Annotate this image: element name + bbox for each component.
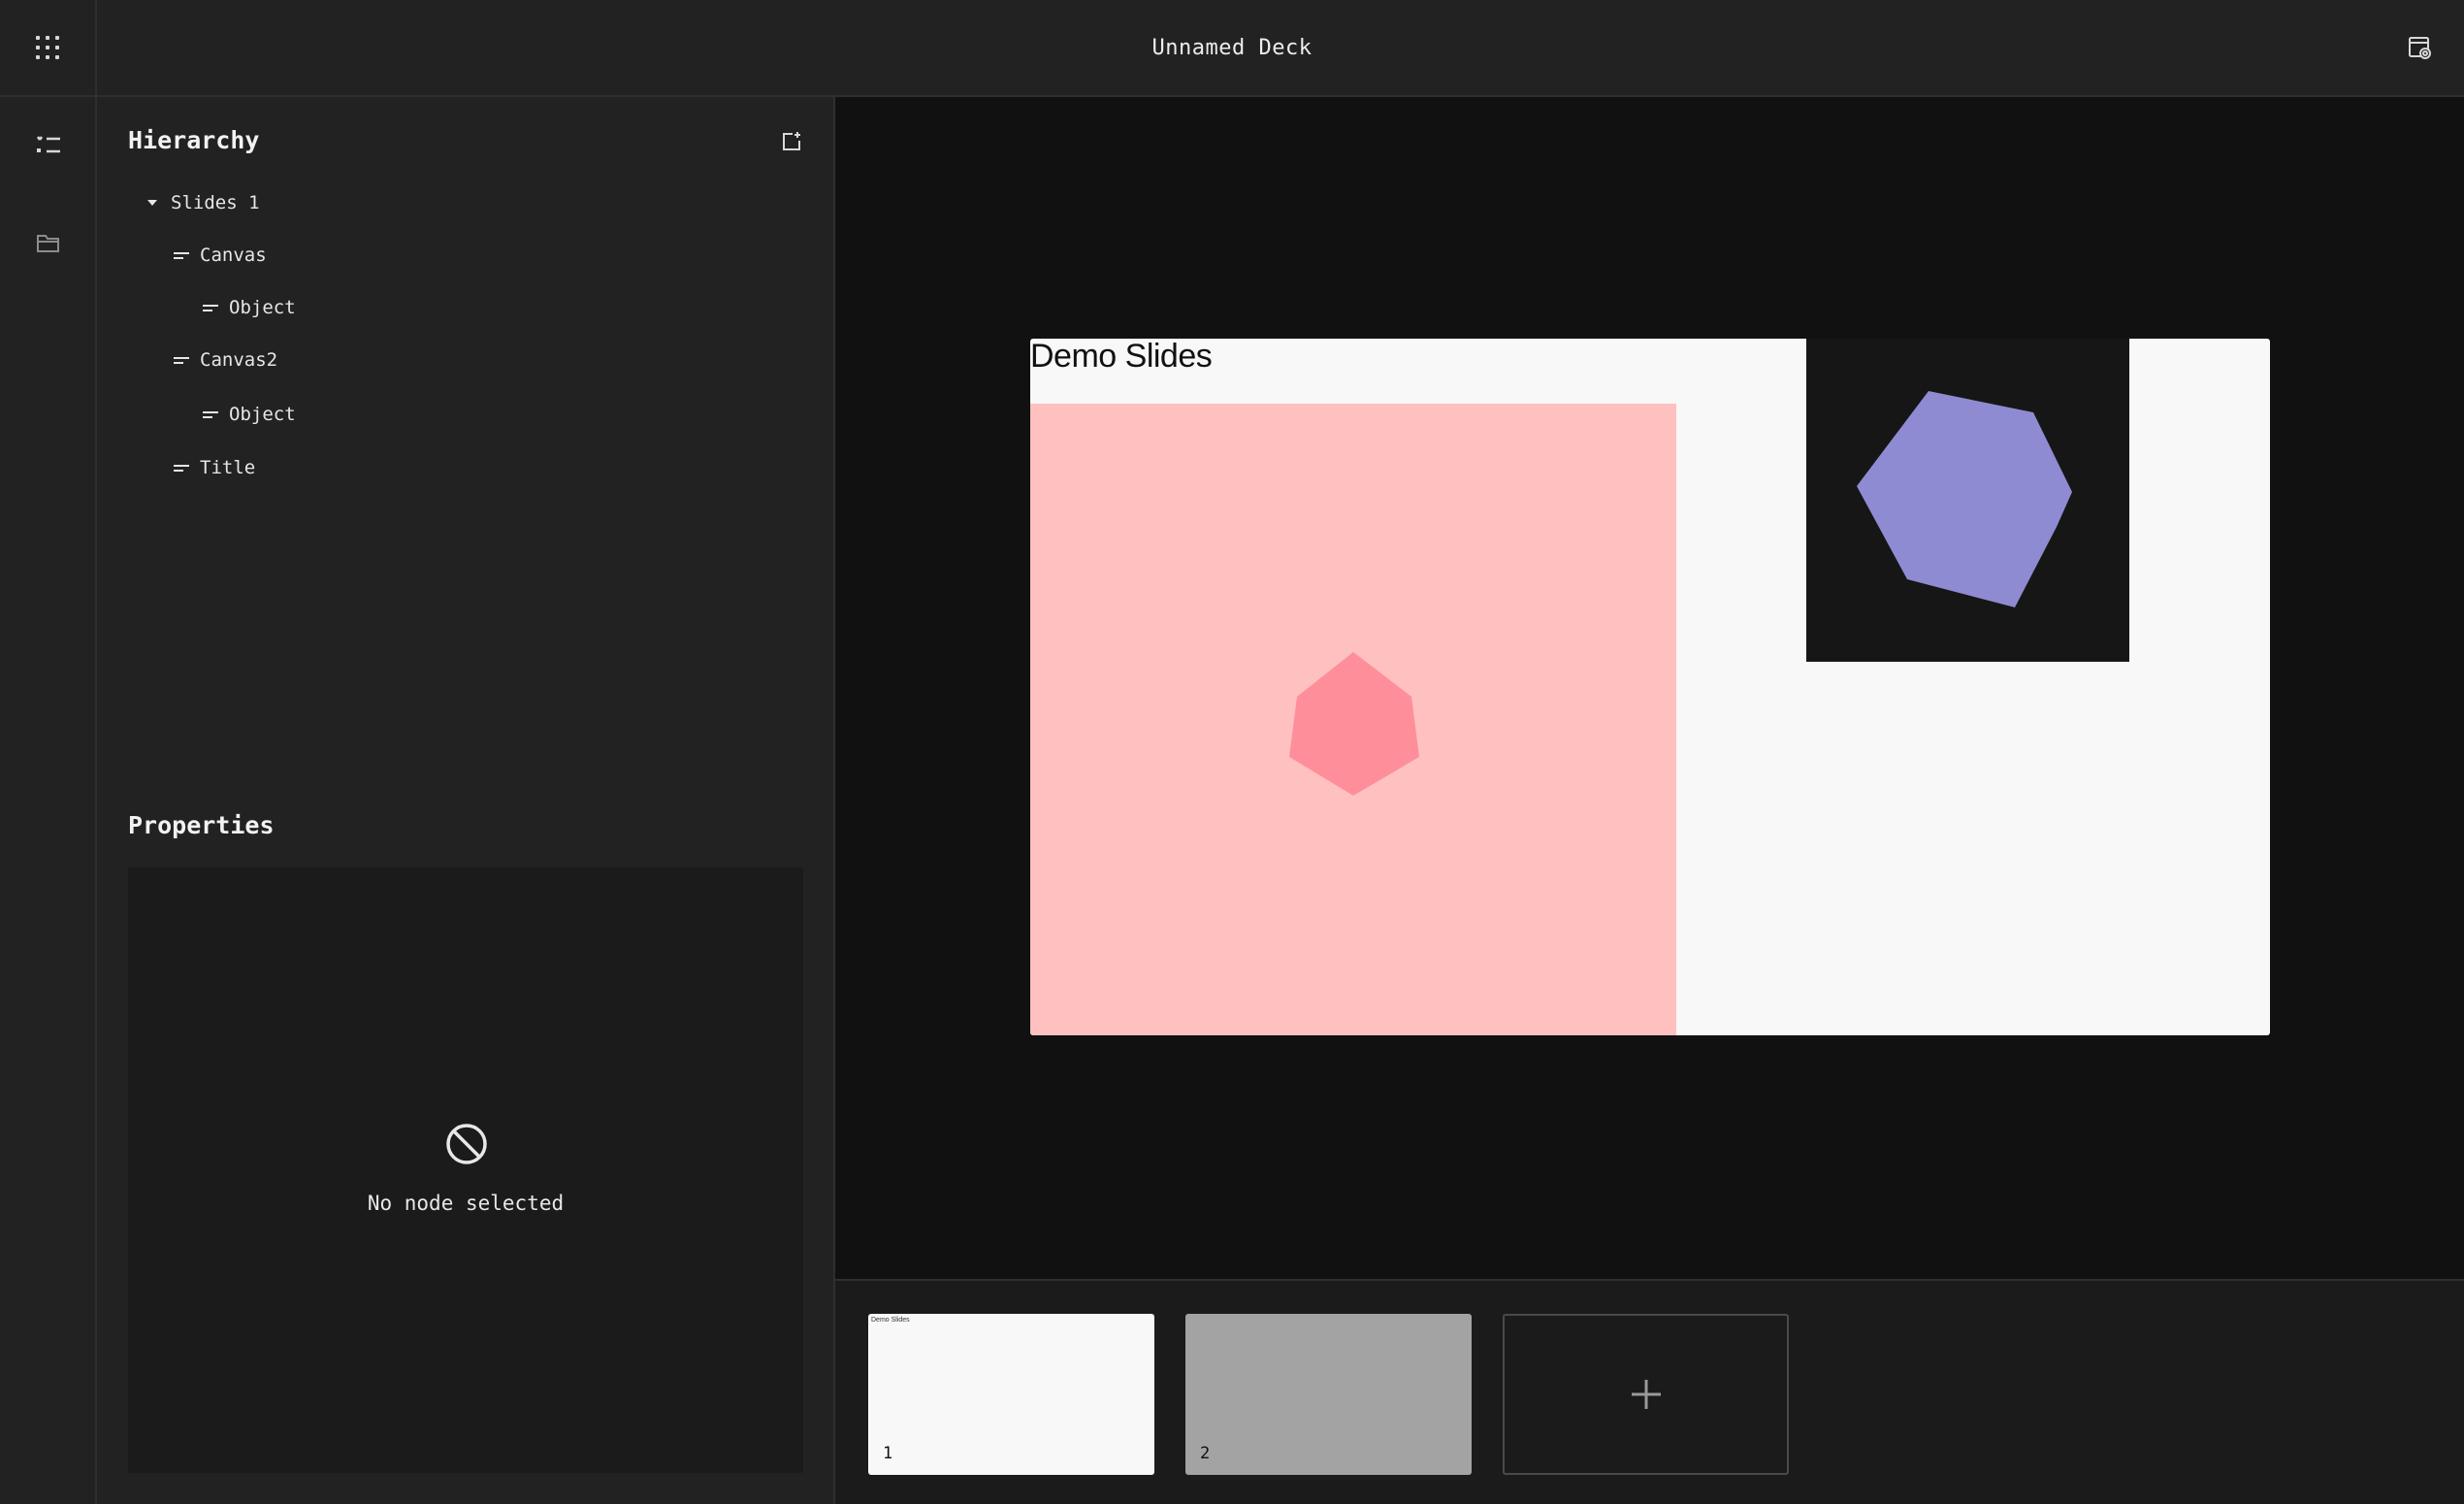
slide-number: 1 bbox=[883, 1444, 893, 1463]
tree-node-slides[interactable]: Slides 1 bbox=[142, 186, 260, 219]
left-rail bbox=[0, 97, 97, 1504]
canvas-dark[interactable] bbox=[1806, 339, 2129, 662]
slide-title[interactable]: Demo Slides bbox=[1030, 339, 1213, 375]
properties-title: Properties bbox=[128, 811, 275, 839]
side-panel: Hierarchy Slides 1 Canvas Object Canvas2 bbox=[97, 97, 835, 1504]
node-lines-icon bbox=[171, 245, 192, 265]
slide-thumbnail-2[interactable]: 2 bbox=[1185, 1314, 1472, 1475]
rail-assets-button[interactable] bbox=[29, 223, 68, 262]
tree-node-object[interactable]: Object bbox=[200, 291, 296, 324]
node-lines-icon bbox=[200, 405, 221, 424]
node-lines-icon bbox=[171, 458, 192, 477]
thumbnail-title: Demo Slides bbox=[871, 1317, 910, 1324]
apps-menu-button[interactable] bbox=[0, 0, 97, 95]
rail-hierarchy-button[interactable] bbox=[29, 126, 68, 165]
tree-node-title[interactable]: Title bbox=[171, 451, 255, 484]
slide-stage: Demo Slides bbox=[835, 97, 2464, 1281]
pink-hexagon[interactable] bbox=[1030, 404, 1676, 1035]
no-entry-icon bbox=[446, 1124, 487, 1164]
tree-node-label: Canvas bbox=[200, 245, 267, 266]
tree-node-label: Object bbox=[229, 404, 296, 425]
top-bar: Unnamed Deck bbox=[0, 0, 2464, 97]
tree-node-canvas2[interactable]: Canvas2 bbox=[171, 343, 277, 376]
tree-node-label: Slides 1 bbox=[171, 192, 260, 213]
empty-state-text: No node selected bbox=[367, 1192, 565, 1215]
tree-node-object[interactable]: Object bbox=[200, 398, 296, 431]
folder-icon bbox=[37, 235, 59, 252]
properties-panel: No node selected bbox=[128, 867, 803, 1473]
grid-dots-icon bbox=[36, 36, 59, 59]
slide-number: 2 bbox=[1200, 1444, 1211, 1463]
present-button[interactable] bbox=[2406, 33, 2435, 62]
tree-node-label: Object bbox=[229, 297, 296, 318]
slide-strip: Demo Slides 1 2 bbox=[835, 1279, 2464, 1504]
caret-down-icon bbox=[142, 193, 163, 213]
tree-node-label: Title bbox=[200, 457, 256, 478]
node-lines-icon bbox=[200, 298, 221, 317]
add-node-button[interactable] bbox=[778, 128, 805, 155]
node-lines-icon bbox=[171, 350, 192, 370]
list-tree-icon bbox=[36, 136, 60, 153]
slide-thumbnail-1[interactable]: Demo Slides 1 bbox=[868, 1314, 1154, 1475]
purple-hexagon[interactable] bbox=[1806, 339, 2129, 662]
add-slide-button[interactable] bbox=[1503, 1314, 1789, 1475]
tree-node-label: Canvas2 bbox=[200, 349, 278, 371]
add-node-icon bbox=[783, 132, 800, 150]
present-window-icon bbox=[2409, 37, 2431, 59]
hierarchy-title: Hierarchy bbox=[128, 126, 260, 154]
deck-title: Unnamed Deck bbox=[1151, 35, 1313, 60]
slide-preview[interactable]: Demo Slides bbox=[1030, 339, 2270, 1035]
tree-node-canvas[interactable]: Canvas bbox=[171, 239, 267, 272]
canvas-pink[interactable] bbox=[1030, 404, 1676, 1035]
plus-icon bbox=[1631, 1380, 1661, 1409]
